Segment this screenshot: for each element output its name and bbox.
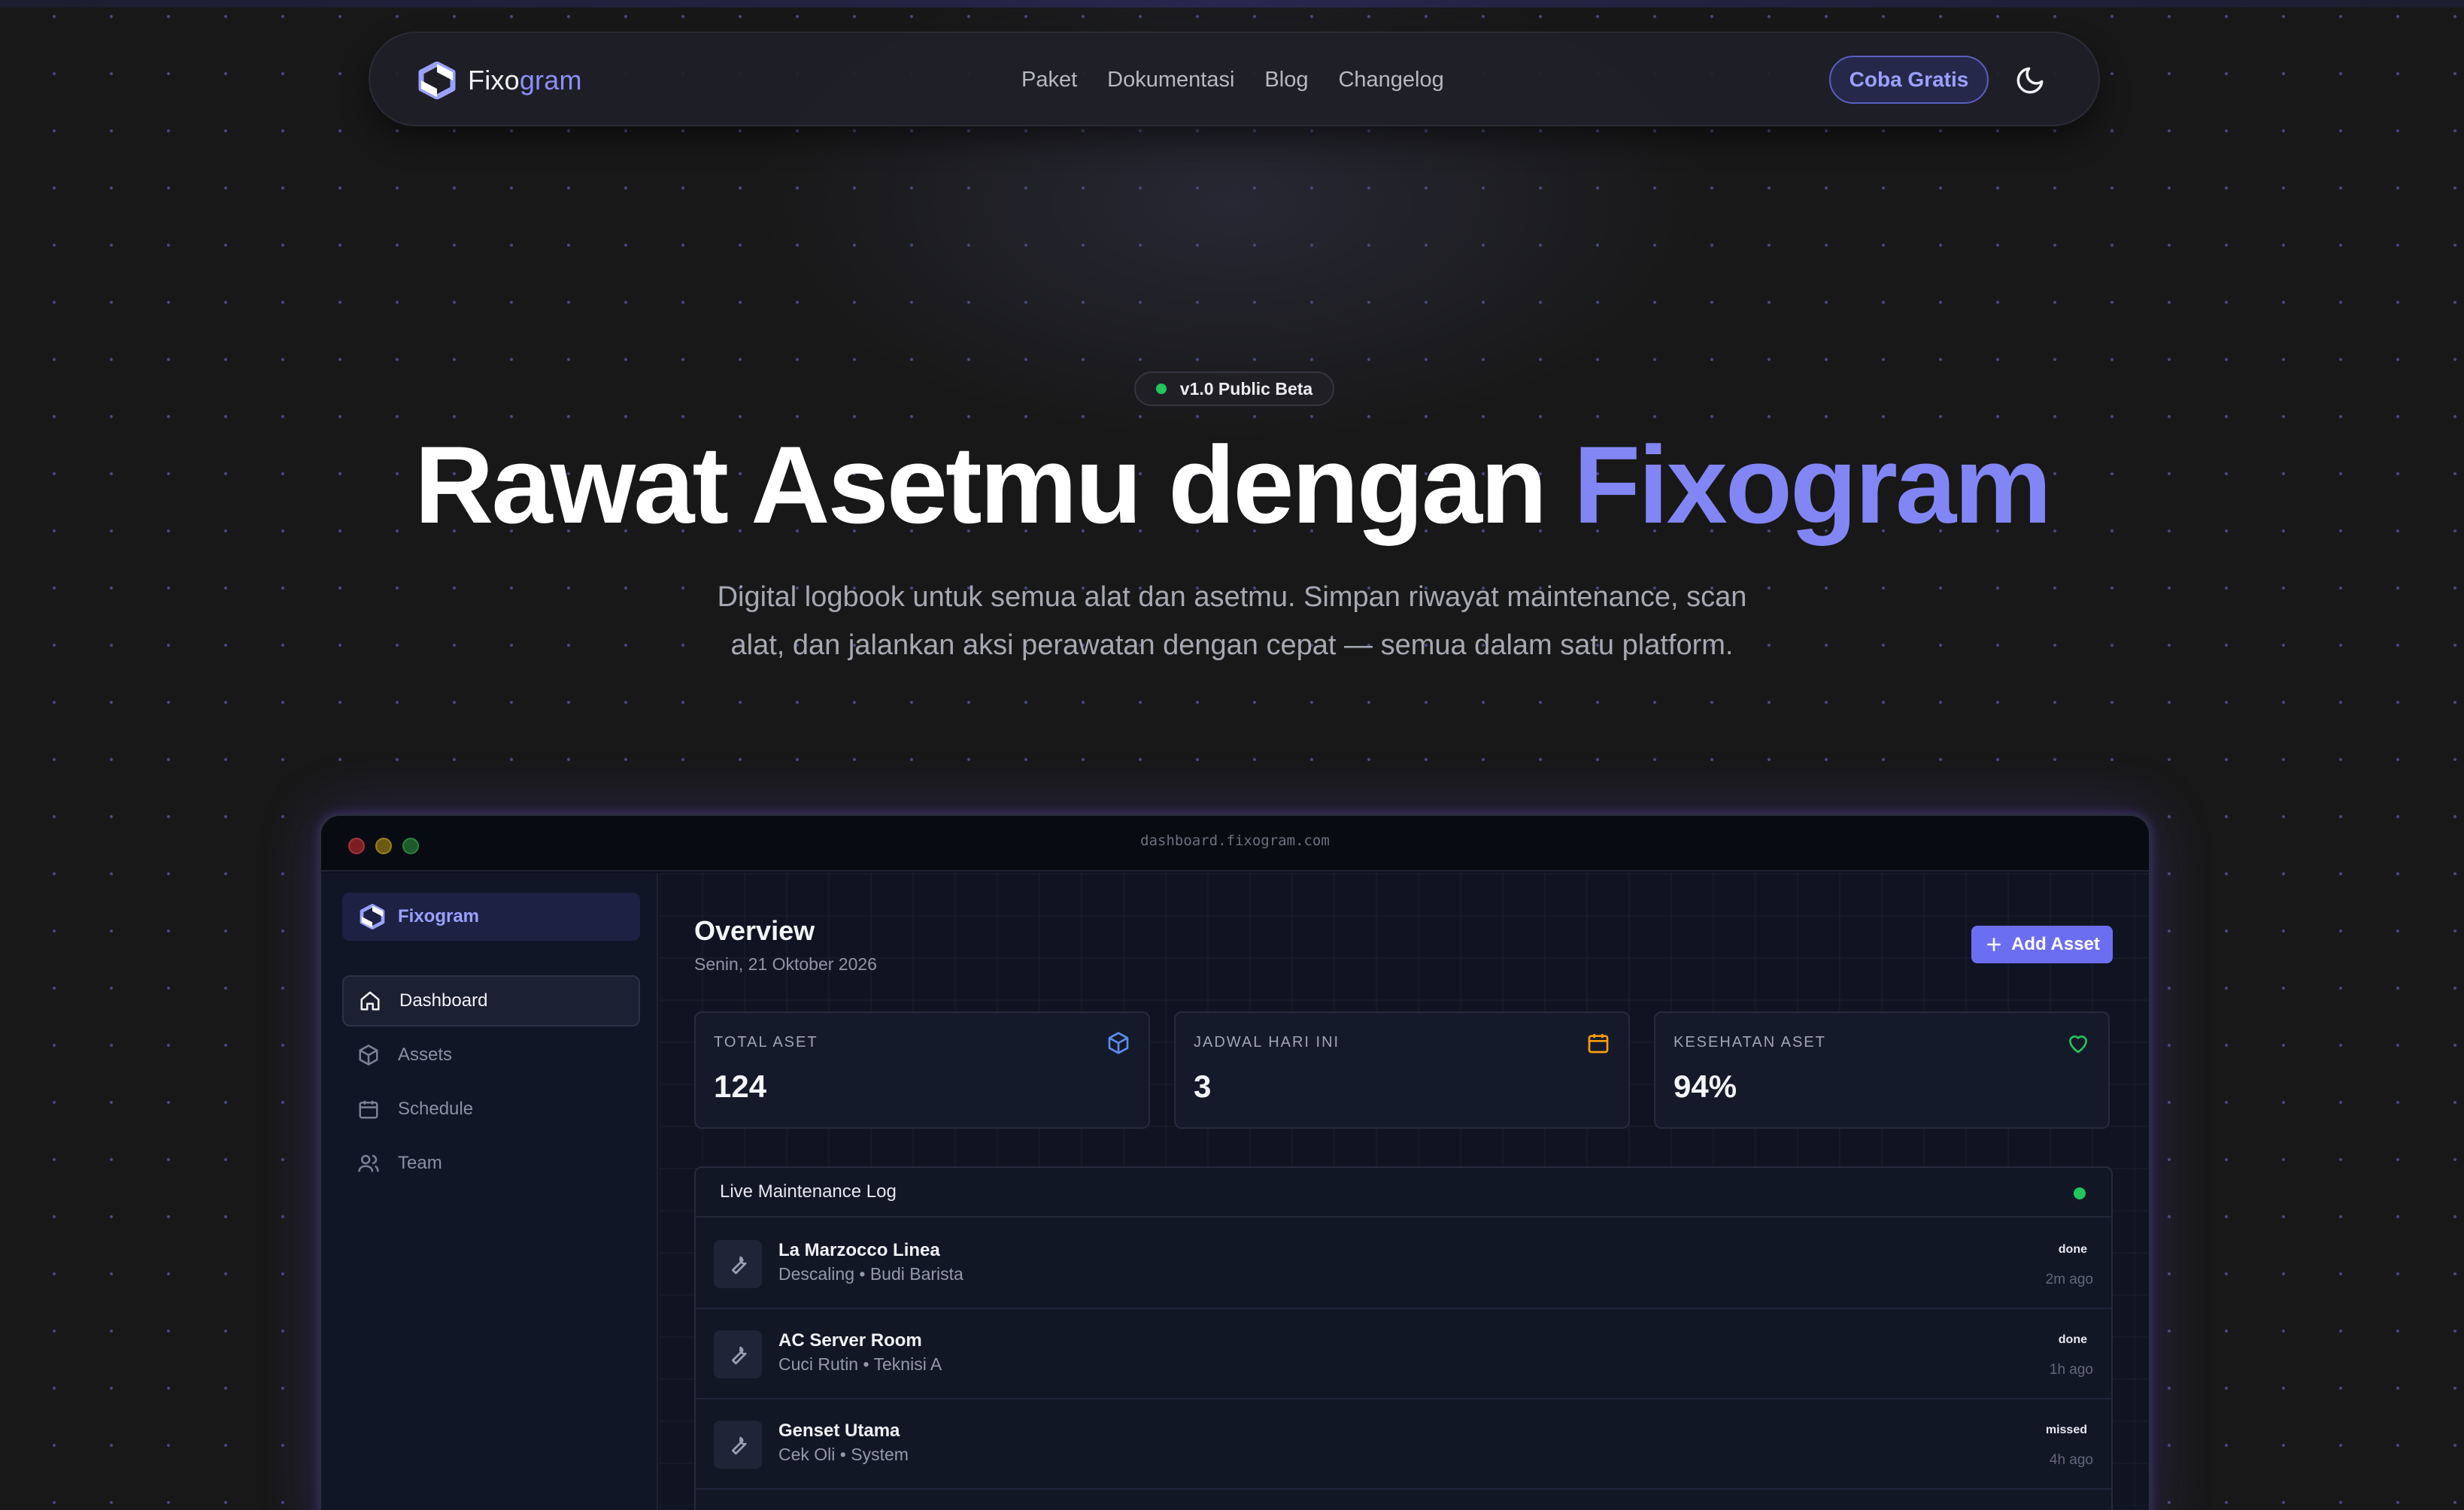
dashboard-main: Overview Senin, 21 Oktober 2026 Add Asse… — [660, 873, 2149, 1510]
window-titlebar: dashboard.fixogram.com — [321, 816, 2149, 872]
users-icon — [358, 1154, 379, 1172]
moon-icon[interactable] — [2014, 65, 2046, 96]
box-icon — [1108, 1032, 1129, 1054]
sidebar-brand-label: Fixogram — [398, 906, 480, 926]
stat-label: JADWAL HARI INI — [1194, 1034, 1340, 1051]
log-meta: Cuci Rutin • Teknisi A — [778, 1354, 942, 1374]
sidebar-item-dashboard[interactable]: Dashboard — [342, 975, 640, 1026]
log-row-icon — [714, 1330, 762, 1378]
stat-value: 124 — [714, 1069, 767, 1104]
dashboard-preview-window: dashboard.fixogram.com Fixogram Dashboar… — [319, 814, 2151, 1510]
log-row[interactable]: La Marzocco Linea Descaling • Budi Baris… — [696, 1219, 2111, 1309]
overview-title: Overview — [694, 915, 815, 946]
sidebar-item-schedule[interactable]: Schedule — [342, 1084, 640, 1135]
sidebar-item-label: Dashboard — [399, 990, 488, 1011]
top-navbar: Fixogram Paket Dokumentasi Blog Changelo… — [369, 32, 2100, 126]
log-meta: Descaling • Budi Barista — [778, 1264, 963, 1284]
box-icon — [359, 1045, 378, 1066]
sidebar-item-label: Assets — [398, 1045, 453, 1065]
stat-label: TOTAL ASET — [714, 1034, 818, 1051]
status-dot — [1155, 384, 1167, 394]
nav-link-changelog[interactable]: Changelog — [1338, 63, 1443, 96]
log-asset-name: La Marzocco Linea — [778, 1240, 940, 1260]
log-status: missed — [2045, 1424, 2087, 1436]
stat-label: KESEHATAN ASET — [1674, 1034, 1826, 1051]
sidebar-item-label: Schedule — [398, 1099, 474, 1119]
hero-subtitle: Digital logbook untuk semua alat dan ase… — [717, 581, 1747, 661]
dashboard-sidebar: Fixogram Dashboard Assets Schedule Team — [321, 873, 658, 1510]
stat-card-total-assets: TOTAL ASET 124 — [694, 1011, 1150, 1129]
log-asset-name: Genset Utama — [778, 1421, 900, 1441]
fixogram-logo-icon — [360, 904, 385, 929]
plus-icon — [1987, 938, 2001, 951]
hero-headline: Rawat Asetmu dengan Fixogram — [414, 423, 2052, 546]
overview-date: Senin, 21 Oktober 2026 — [694, 954, 877, 974]
stat-value: 3 — [1194, 1069, 1212, 1104]
home-icon — [360, 991, 380, 1011]
stat-card-schedule-today: JADWAL HARI INI 3 — [1174, 1011, 1630, 1129]
window-url: dashboard.fixogram.com — [1140, 832, 1330, 849]
stat-value: 94% — [1674, 1069, 1737, 1104]
log-row[interactable]: Genset Utama Cek Oli • System missed 4h … — [696, 1399, 2111, 1490]
nav-link-blog[interactable]: Blog — [1264, 63, 1308, 96]
stat-card-asset-health: KESEHATAN ASET 94% — [1654, 1011, 2110, 1129]
sidebar-brand[interactable]: Fixogram — [342, 893, 640, 941]
log-status: done — [2058, 1243, 2087, 1256]
nav-link-dokumentasi[interactable]: Dokumentasi — [1107, 63, 1234, 96]
add-asset-label: Add Asset — [2011, 934, 2100, 954]
fixogram-logo-icon — [418, 62, 456, 99]
live-status-dot — [2074, 1187, 2086, 1199]
brand-name: Fixogram — [468, 65, 582, 96]
sidebar-item-team[interactable]: Team — [342, 1138, 640, 1189]
brand-logo[interactable]: Fixogram — [417, 62, 582, 99]
wrench-icon — [732, 1436, 747, 1455]
wrench-icon — [732, 1346, 747, 1365]
log-header: Live Maintenance Log — [696, 1168, 2111, 1217]
beta-badge: v1.0 Public Beta — [1134, 371, 1334, 406]
sidebar-item-label: Team — [398, 1153, 442, 1173]
log-row[interactable]: AC Server Room Cuci Rutin • Teknisi A do… — [696, 1309, 2111, 1399]
wrench-icon — [732, 1256, 747, 1275]
log-row-icon — [714, 1240, 762, 1288]
sidebar-item-assets[interactable]: Assets — [342, 1029, 640, 1081]
try-free-button[interactable]: Coba Gratis — [1829, 56, 1989, 104]
calendar-icon — [359, 1100, 378, 1119]
log-status: done — [2058, 1333, 2087, 1346]
log-time: 1h ago — [2049, 1362, 2093, 1378]
log-meta: Cek Oli • System — [778, 1445, 909, 1464]
calendar-icon — [1588, 1034, 1609, 1054]
log-title: Live Maintenance Log — [720, 1181, 897, 1202]
log-row-icon — [714, 1421, 762, 1469]
beta-badge-label: v1.0 Public Beta — [1179, 378, 1313, 399]
log-time: 2m ago — [2045, 1272, 2093, 1287]
nav-link-paket[interactable]: Paket — [1021, 63, 1077, 96]
add-asset-button[interactable]: Add Asset — [1971, 926, 2113, 963]
nav-links: Paket Dokumentasi Blog Changelog — [1021, 63, 1444, 96]
log-time: 4h ago — [2049, 1452, 2093, 1468]
maintenance-log-panel: Live Maintenance Log La Marzocco Linea D… — [694, 1166, 2113, 1510]
heart-icon — [2069, 1035, 2087, 1054]
log-asset-name: AC Server Room — [778, 1330, 922, 1351]
